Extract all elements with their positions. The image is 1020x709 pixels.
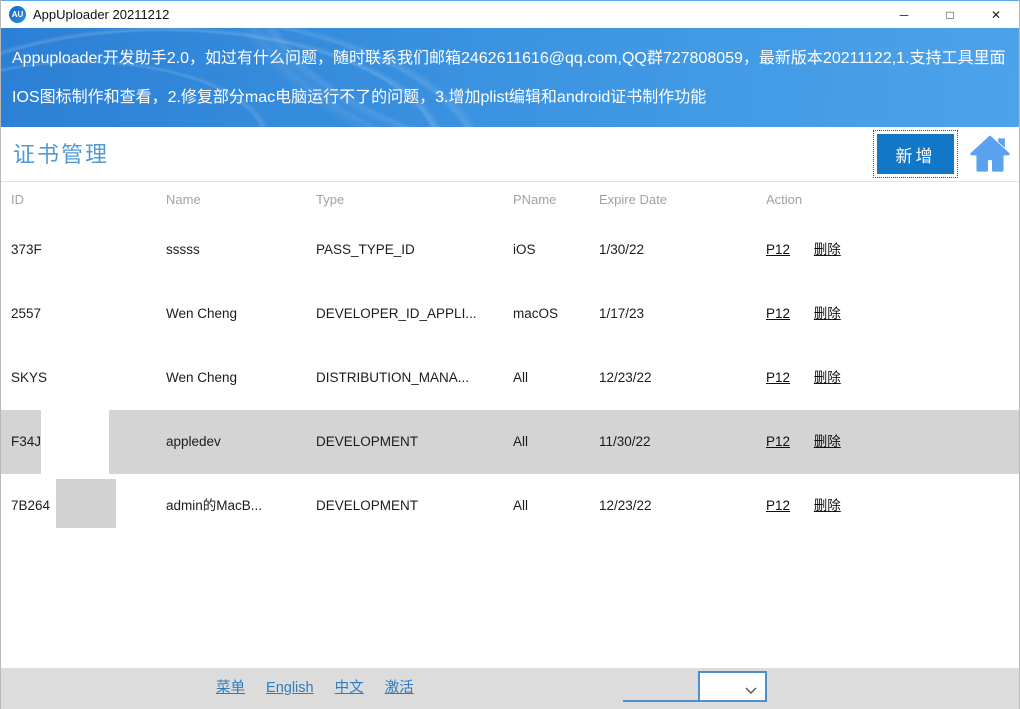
p12-link[interactable]: P12 (766, 498, 790, 513)
column-header-type: Type (316, 192, 345, 207)
delete-link[interactable]: 删除 (814, 370, 841, 385)
p12-link[interactable]: P12 (766, 434, 790, 449)
page-title: 证书管理 (13, 142, 110, 167)
footer-links: 菜单 English 中文 激活 (216, 668, 431, 709)
cell-type: DISTRIBUTION_MANA... (316, 370, 470, 385)
cell-pname: All (513, 498, 529, 513)
cell-name: Wen Cheng (166, 306, 238, 321)
column-header-pname: PName (513, 192, 557, 207)
app-logo-icon: AU (9, 6, 26, 23)
cell-action: P12 删除 (756, 474, 1019, 538)
footer-bar: 菜单 English 中文 激活 (1, 668, 1019, 709)
page-header: 证书管理 新增 (1, 127, 1019, 182)
cell-pname: macOS (513, 306, 559, 321)
cell-expire: 11/30/22 (599, 434, 651, 449)
table-row[interactable]: 373F sssss PASS_TYPE_ID iOS 1/30/22 P12 … (1, 218, 1019, 282)
redaction-box (56, 479, 116, 528)
home-icon (968, 135, 1012, 178)
cell-action: P12 删除 (756, 218, 1019, 282)
menu-link[interactable]: 菜单 (216, 680, 245, 696)
add-button-focus-outline: 新增 (873, 130, 958, 178)
delete-link[interactable]: 删除 (814, 242, 841, 257)
cell-expire: 12/23/22 (599, 498, 652, 513)
table-header: ID Name Type PName Expire Date Action (1, 182, 1019, 218)
chinese-link[interactable]: 中文 (335, 680, 364, 696)
cell-expire: 1/30/22 (599, 242, 645, 257)
cell-action: P12 删除 (756, 346, 1019, 410)
maximize-icon[interactable]: □ (927, 1, 973, 29)
cell-type: DEVELOPMENT (316, 498, 419, 513)
column-header-action: Action (766, 192, 803, 207)
cell-type: DEVELOPER_ID_APPLI... (316, 306, 477, 321)
cell-expire: 1/17/23 (599, 306, 645, 321)
window-title: AppUploader 20211212 (33, 7, 170, 22)
redaction-box (41, 410, 109, 474)
column-header-id: ID (11, 192, 24, 207)
delete-link[interactable]: 删除 (814, 306, 841, 321)
activate-link[interactable]: 激活 (385, 680, 414, 696)
cell-action: P12 删除 (756, 282, 1019, 346)
cell-id: 373F (11, 242, 42, 257)
notice-line-1: Appuploader开发助手2.0，如过有什么问题，随时联系我们邮箱24626… (12, 50, 1006, 67)
p12-link[interactable]: P12 (766, 242, 790, 257)
add-certificate-button[interactable]: 新增 (877, 134, 954, 174)
chevron-down-icon (745, 682, 757, 700)
notice-line-2: IOS图标制作和查看，2.修复部分mac电脑运行不了的问题，3.增加plist编… (12, 89, 707, 106)
language-dropdown[interactable] (698, 671, 767, 702)
cell-type: DEVELOPMENT (316, 434, 419, 449)
english-link[interactable]: English (266, 680, 314, 696)
cell-pname: All (513, 434, 529, 449)
home-button[interactable] (967, 133, 1013, 177)
app-window: AU AppUploader 20211212 ─ □ ✕ Appuploade… (0, 0, 1020, 709)
cell-name: admin的MacB... (166, 498, 263, 513)
combo-underline (623, 671, 767, 702)
titlebar: AU AppUploader 20211212 ─ □ ✕ (1, 0, 1019, 28)
cell-expire: 12/23/22 (599, 370, 652, 385)
notice-banner: Appuploader开发助手2.0，如过有什么问题，随时联系我们邮箱24626… (1, 28, 1019, 127)
cell-type: PASS_TYPE_ID (316, 242, 415, 257)
cell-id: SKYS (11, 370, 48, 385)
certificate-table: 373F sssss PASS_TYPE_ID iOS 1/30/22 P12 … (1, 218, 1019, 538)
column-header-expire: Expire Date (599, 192, 667, 207)
p12-link[interactable]: P12 (766, 306, 790, 321)
column-header-name: Name (166, 192, 201, 207)
cell-pname: iOS (513, 242, 536, 257)
table-row[interactable]: 7B264 admin的MacB... DEVELOPMENT All 12/2… (1, 474, 1019, 538)
minimize-icon[interactable]: ─ (881, 1, 927, 29)
delete-link[interactable]: 删除 (814, 434, 841, 449)
cell-action: P12 删除 (756, 410, 1019, 474)
cell-id: 2557 (11, 306, 42, 321)
p12-link[interactable]: P12 (766, 370, 790, 385)
delete-link[interactable]: 删除 (814, 498, 841, 513)
cell-name: appledev (166, 434, 221, 449)
cell-pname: All (513, 370, 529, 385)
window-controls: ─ □ ✕ (881, 1, 1019, 29)
cell-name: sssss (166, 242, 200, 257)
close-icon[interactable]: ✕ (973, 1, 1019, 29)
table-row[interactable]: SKYS Wen Cheng DISTRIBUTION_MANA... All … (1, 346, 1019, 410)
table-row[interactable]: 2557 Wen Cheng DEVELOPER_ID_APPLI... mac… (1, 282, 1019, 346)
table-row-selected[interactable]: F34J appledev DEVELOPMENT All 11/30/22 P… (1, 410, 1019, 474)
cell-name: Wen Cheng (166, 370, 238, 385)
